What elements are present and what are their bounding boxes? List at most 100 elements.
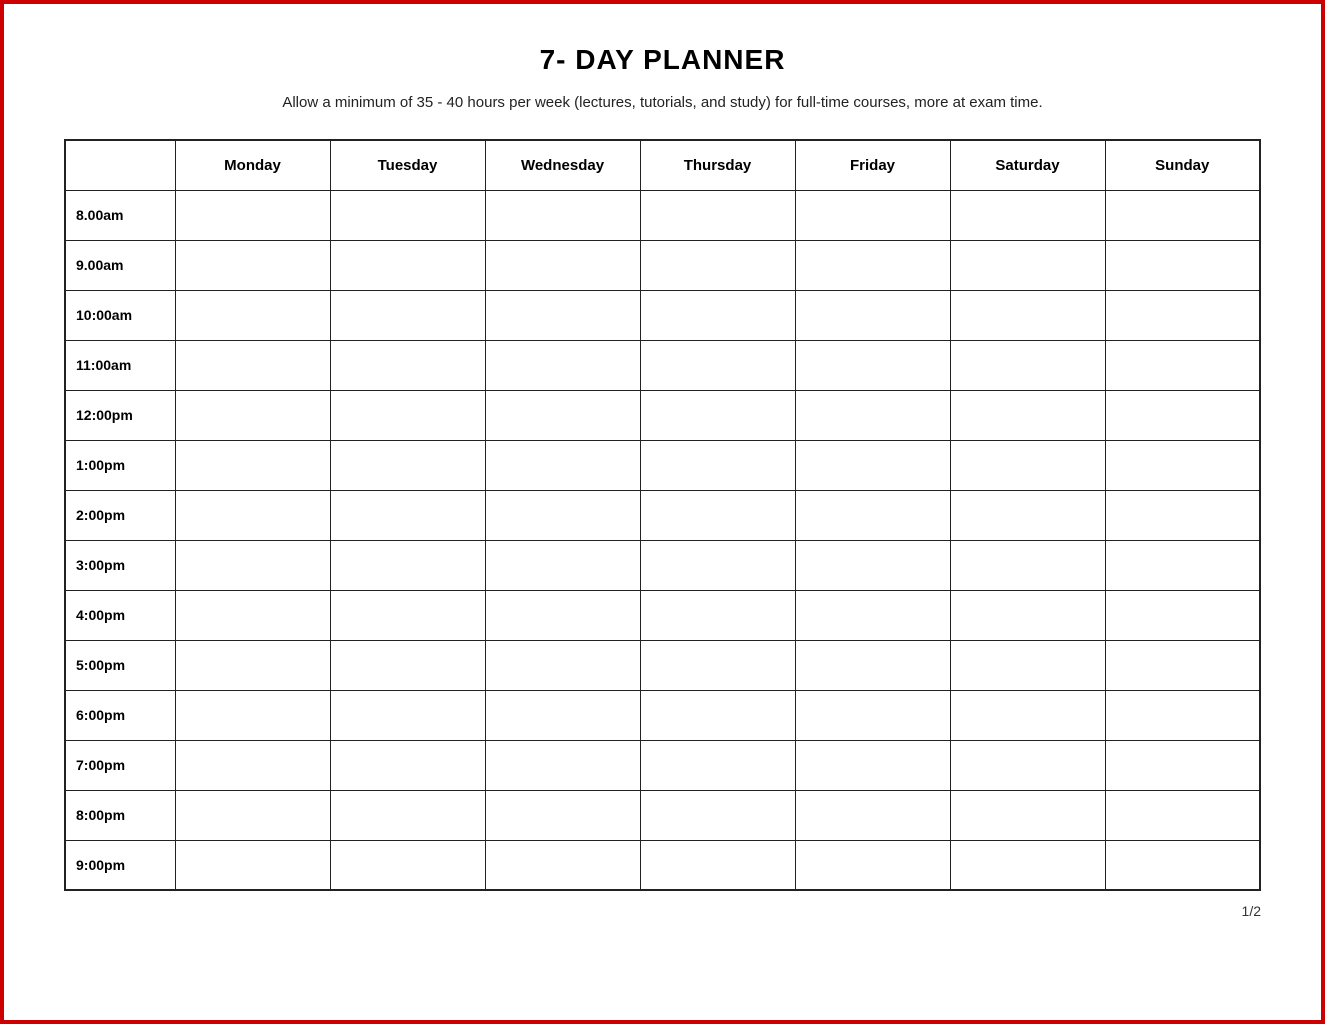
planner-cell[interactable] bbox=[485, 390, 640, 440]
planner-cell[interactable] bbox=[330, 740, 485, 790]
planner-cell[interactable] bbox=[175, 340, 330, 390]
planner-cell[interactable] bbox=[485, 790, 640, 840]
planner-cell[interactable] bbox=[175, 390, 330, 440]
planner-cell[interactable] bbox=[640, 190, 795, 240]
planner-cell[interactable] bbox=[485, 240, 640, 290]
planner-cell[interactable] bbox=[640, 790, 795, 840]
planner-cell[interactable] bbox=[330, 240, 485, 290]
planner-cell[interactable] bbox=[640, 740, 795, 790]
planner-cell[interactable] bbox=[795, 740, 950, 790]
planner-cell[interactable] bbox=[485, 590, 640, 640]
planner-cell[interactable] bbox=[640, 640, 795, 690]
planner-cell[interactable] bbox=[640, 490, 795, 540]
planner-cell[interactable] bbox=[330, 490, 485, 540]
planner-cell[interactable] bbox=[795, 690, 950, 740]
planner-cell[interactable] bbox=[175, 690, 330, 740]
planner-cell[interactable] bbox=[330, 540, 485, 590]
planner-cell[interactable] bbox=[950, 390, 1105, 440]
planner-cell[interactable] bbox=[795, 790, 950, 840]
planner-cell[interactable] bbox=[175, 490, 330, 540]
planner-cell[interactable] bbox=[1105, 540, 1260, 590]
planner-cell[interactable] bbox=[485, 690, 640, 740]
planner-cell[interactable] bbox=[640, 540, 795, 590]
planner-cell[interactable] bbox=[795, 240, 950, 290]
planner-cell[interactable] bbox=[795, 840, 950, 890]
header-friday: Friday bbox=[795, 140, 950, 190]
planner-cell[interactable] bbox=[640, 440, 795, 490]
planner-cell[interactable] bbox=[795, 490, 950, 540]
planner-cell[interactable] bbox=[485, 340, 640, 390]
planner-cell[interactable] bbox=[1105, 390, 1260, 440]
planner-cell[interactable] bbox=[485, 540, 640, 590]
planner-cell[interactable] bbox=[795, 540, 950, 590]
planner-cell[interactable] bbox=[330, 690, 485, 740]
planner-cell[interactable] bbox=[330, 590, 485, 640]
planner-cell[interactable] bbox=[330, 290, 485, 340]
planner-cell[interactable] bbox=[795, 340, 950, 390]
planner-cell[interactable] bbox=[175, 440, 330, 490]
planner-cell[interactable] bbox=[485, 740, 640, 790]
planner-cell[interactable] bbox=[640, 840, 795, 890]
planner-cell[interactable] bbox=[1105, 790, 1260, 840]
planner-cell[interactable] bbox=[950, 540, 1105, 590]
planner-cell[interactable] bbox=[795, 640, 950, 690]
planner-cell[interactable] bbox=[950, 790, 1105, 840]
planner-cell[interactable] bbox=[640, 240, 795, 290]
planner-cell[interactable] bbox=[1105, 690, 1260, 740]
planner-cell[interactable] bbox=[175, 290, 330, 340]
planner-cell[interactable] bbox=[1105, 240, 1260, 290]
planner-cell[interactable] bbox=[1105, 640, 1260, 690]
planner-cell[interactable] bbox=[950, 840, 1105, 890]
planner-cell[interactable] bbox=[330, 440, 485, 490]
planner-cell[interactable] bbox=[1105, 590, 1260, 640]
planner-cell[interactable] bbox=[950, 340, 1105, 390]
planner-cell[interactable] bbox=[640, 340, 795, 390]
planner-cell[interactable] bbox=[485, 840, 640, 890]
planner-cell[interactable] bbox=[1105, 190, 1260, 240]
planner-cell[interactable] bbox=[330, 190, 485, 240]
planner-cell[interactable] bbox=[1105, 290, 1260, 340]
planner-cell[interactable] bbox=[485, 290, 640, 340]
planner-cell[interactable] bbox=[175, 740, 330, 790]
planner-cell[interactable] bbox=[485, 490, 640, 540]
planner-cell[interactable] bbox=[950, 490, 1105, 540]
planner-cell[interactable] bbox=[175, 240, 330, 290]
table-row: 3:00pm bbox=[65, 540, 1260, 590]
planner-cell[interactable] bbox=[950, 190, 1105, 240]
planner-cell[interactable] bbox=[175, 190, 330, 240]
planner-cell[interactable] bbox=[950, 440, 1105, 490]
planner-cell[interactable] bbox=[950, 740, 1105, 790]
planner-cell[interactable] bbox=[795, 190, 950, 240]
planner-cell[interactable] bbox=[175, 590, 330, 640]
planner-cell[interactable] bbox=[795, 390, 950, 440]
planner-cell[interactable] bbox=[1105, 740, 1260, 790]
planner-cell[interactable] bbox=[175, 840, 330, 890]
planner-cell[interactable] bbox=[485, 440, 640, 490]
planner-cell[interactable] bbox=[1105, 340, 1260, 390]
planner-cell[interactable] bbox=[640, 290, 795, 340]
planner-cell[interactable] bbox=[950, 240, 1105, 290]
planner-cell[interactable] bbox=[950, 590, 1105, 640]
planner-cell[interactable] bbox=[950, 690, 1105, 740]
planner-cell[interactable] bbox=[1105, 840, 1260, 890]
planner-cell[interactable] bbox=[950, 640, 1105, 690]
planner-cell[interactable] bbox=[640, 390, 795, 440]
planner-cell[interactable] bbox=[485, 190, 640, 240]
planner-cell[interactable] bbox=[1105, 440, 1260, 490]
planner-cell[interactable] bbox=[330, 790, 485, 840]
planner-cell[interactable] bbox=[175, 640, 330, 690]
planner-cell[interactable] bbox=[175, 790, 330, 840]
planner-cell[interactable] bbox=[640, 590, 795, 640]
planner-cell[interactable] bbox=[795, 290, 950, 340]
planner-cell[interactable] bbox=[795, 590, 950, 640]
planner-cell[interactable] bbox=[330, 640, 485, 690]
planner-cell[interactable] bbox=[175, 540, 330, 590]
planner-cell[interactable] bbox=[330, 840, 485, 890]
planner-cell[interactable] bbox=[950, 290, 1105, 340]
planner-cell[interactable] bbox=[640, 690, 795, 740]
planner-cell[interactable] bbox=[795, 440, 950, 490]
planner-cell[interactable] bbox=[330, 390, 485, 440]
planner-cell[interactable] bbox=[330, 340, 485, 390]
planner-cell[interactable] bbox=[485, 640, 640, 690]
planner-cell[interactable] bbox=[1105, 490, 1260, 540]
